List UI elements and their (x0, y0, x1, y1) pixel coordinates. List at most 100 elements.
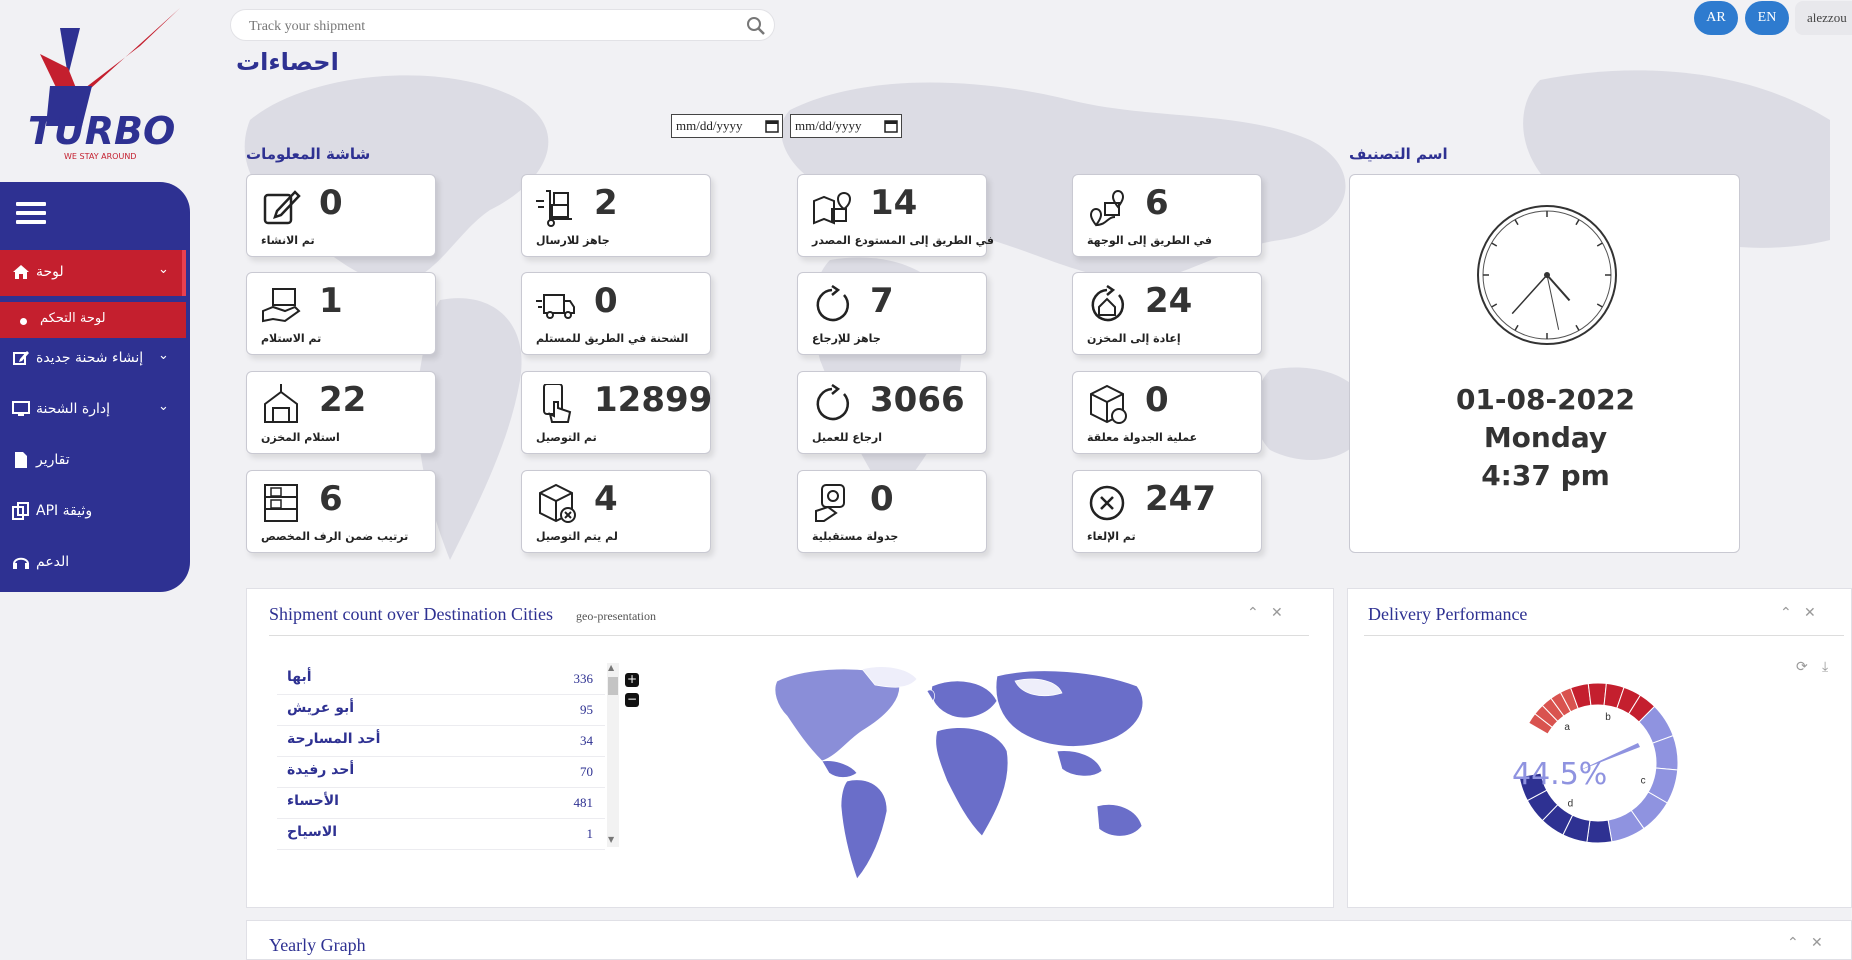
calendar-icon[interactable] (765, 119, 779, 133)
map-zoom-out-button[interactable]: − (625, 693, 639, 707)
info-screen-label: شاشة المعلومات (246, 145, 371, 163)
return-icon (816, 285, 849, 322)
city-name: أبها (287, 669, 312, 685)
city-count: 336 (573, 671, 594, 686)
sidebar-item-api-docs[interactable]: API وثيقة (0, 489, 186, 535)
logo-wordmark: TURBO (28, 109, 175, 153)
chevron-down-icon: ⌄ (158, 348, 169, 363)
search-icon[interactable] (746, 16, 766, 36)
city-name: أحد رفيدة (287, 762, 355, 778)
city-count: 1 (586, 826, 594, 841)
gauge-segment-label: c (1641, 775, 1646, 786)
yearly-graph-panel: Yearly Graph ⌃ ✕ (246, 920, 1852, 960)
city-row[interactable]: أحد المسارحة 34 (277, 725, 605, 757)
stat-card[interactable]: 0 جدولة مستقبلية (797, 470, 987, 553)
stat-card[interactable]: 2 جاهز للارسال (521, 174, 711, 257)
stat-label: جاهز للإرجاع (812, 332, 881, 345)
sidebar-item-support[interactable]: الدعم (0, 540, 186, 586)
city-list-scrollbar[interactable]: ▲ ▼ (607, 663, 619, 847)
stat-label: في الطريق إلى المستودع المصدر (812, 234, 994, 247)
stat-value: 3066 (870, 380, 965, 420)
city-count: 70 (580, 764, 593, 779)
collapse-icon[interactable]: ⌃ (1787, 935, 1799, 951)
map-zoom-in-button[interactable]: + (625, 673, 639, 687)
sidebar-item-new-shipment[interactable]: إنشاء شحنة جديدة ⌄ (0, 336, 186, 382)
stat-card[interactable]: 1 تم الاستلام (246, 272, 436, 355)
logo-tagline: WE STAY AROUND (64, 152, 136, 161)
stat-card[interactable]: 6 ترتيب ضمن الرف المخصص (246, 470, 436, 553)
search-input[interactable] (247, 16, 731, 38)
stat-card[interactable]: 4 لم يتم التوصيل (521, 470, 711, 553)
sidebar-item-reports[interactable]: تقارير (0, 438, 186, 484)
gauge-segment-label: b (1605, 712, 1611, 723)
stat-label: جدولة مستقبلية (812, 530, 899, 543)
turbo-logo[interactable]: TURBO WE STAY AROUND (20, 6, 195, 166)
stat-card[interactable]: 3066 ارجاع للعميل (797, 371, 987, 454)
city-row[interactable]: أبها 336 (277, 663, 605, 695)
lang-en-button[interactable]: EN (1745, 1, 1789, 35)
analog-clock (1477, 205, 1617, 345)
user-menu[interactable]: alezzou (1795, 1, 1852, 35)
yearly-panel-title: Yearly Graph (269, 935, 366, 955)
city-name: الأحساء (287, 793, 339, 809)
collapse-icon[interactable]: ⌃ (1780, 605, 1792, 621)
cancel-icon (1089, 485, 1125, 521)
stat-label: الشحنة في الطريق للمستلم (536, 332, 689, 345)
choropleth-world-map[interactable] (757, 661, 1177, 891)
home-icon (13, 265, 29, 279)
stat-value: 24 (1145, 281, 1193, 321)
box-clock-icon (1090, 384, 1127, 424)
city-row[interactable]: أحد رفيدة 70 (277, 756, 605, 788)
stat-value: 6 (319, 479, 343, 519)
track-shipment-search (230, 9, 775, 41)
monitor-icon (12, 401, 30, 416)
warehouse-icon (264, 384, 298, 423)
dolly-icon (536, 190, 572, 227)
close-icon[interactable]: ✕ (1271, 605, 1283, 621)
date-to-input[interactable]: mm/dd/yyyy (790, 114, 902, 138)
sidebar-item-shipment-management[interactable]: إدارة الشحنة ⌄ (0, 387, 186, 433)
stat-card[interactable]: 0 الشحنة في الطريق للمستلم (521, 272, 711, 355)
city-row[interactable]: الاسياح 1 (277, 818, 605, 850)
shelf-icon (264, 484, 298, 522)
stat-card[interactable]: 247 تم الإلغاء (1072, 470, 1262, 553)
calendar-icon[interactable] (884, 119, 898, 133)
edit-icon (263, 190, 301, 225)
stat-card[interactable]: 0 عملية الجدولة معلقة (1072, 371, 1262, 454)
headset-icon (13, 557, 29, 569)
sidebar-item-dashboard[interactable]: لوحة ⌄ (0, 250, 186, 296)
hamburger-menu-icon[interactable] (16, 202, 46, 228)
stat-label: جاهز للارسال (536, 234, 610, 247)
stat-value: 2 (594, 183, 618, 223)
sidebar-subitem-control-panel[interactable]: لوحة التحكم (0, 302, 186, 338)
stat-value: 247 (1145, 479, 1216, 519)
gauge-segment-b (1587, 682, 1607, 706)
delivery-percent: 44.5% (1512, 757, 1608, 792)
stat-card[interactable]: 12899 تم التوصيل (521, 371, 712, 454)
collapse-icon[interactable]: ⌃ (1247, 605, 1259, 621)
lang-ar-button[interactable]: AR (1694, 1, 1738, 35)
city-row[interactable]: الأحساء 481 (277, 787, 605, 819)
stat-value: 22 (319, 380, 367, 420)
city-row[interactable]: أبو عريش 95 (277, 694, 605, 726)
stat-card[interactable]: 6 في الطريق إلى الوجهة (1072, 174, 1262, 257)
date-from-input[interactable]: mm/dd/yyyy (671, 114, 783, 138)
city-list[interactable]: أبها 336 أبو عريش 95 أحد المسارحة 34 أحد رفيدة… (277, 663, 607, 851)
close-icon[interactable]: ✕ (1804, 605, 1816, 621)
copy-icon (12, 502, 29, 520)
city-name: الاسياح (287, 824, 338, 840)
stat-card[interactable]: 14 في الطريق إلى المستودع المصدر (797, 174, 994, 257)
close-icon[interactable]: ✕ (1811, 935, 1823, 951)
page-title: احصاءات (236, 48, 339, 76)
download-icon[interactable]: ⤓ (1822, 659, 1828, 675)
route-icon (1089, 190, 1125, 227)
stat-card[interactable]: 7 جاهز للإرجاع (797, 272, 987, 355)
stat-card[interactable]: 22 استلام المخزن (246, 371, 436, 454)
stat-card[interactable]: 24 إعادة إلى المخزن (1072, 272, 1262, 355)
stat-card[interactable]: 0 تم الانشاء (246, 174, 436, 257)
refresh-icon (816, 384, 849, 421)
refresh-icon[interactable]: ⟳ (1796, 659, 1808, 675)
clock-date: 01-08-2022 (1455, 383, 1636, 416)
stat-value: 0 (870, 479, 894, 519)
box-x-icon (539, 483, 576, 523)
